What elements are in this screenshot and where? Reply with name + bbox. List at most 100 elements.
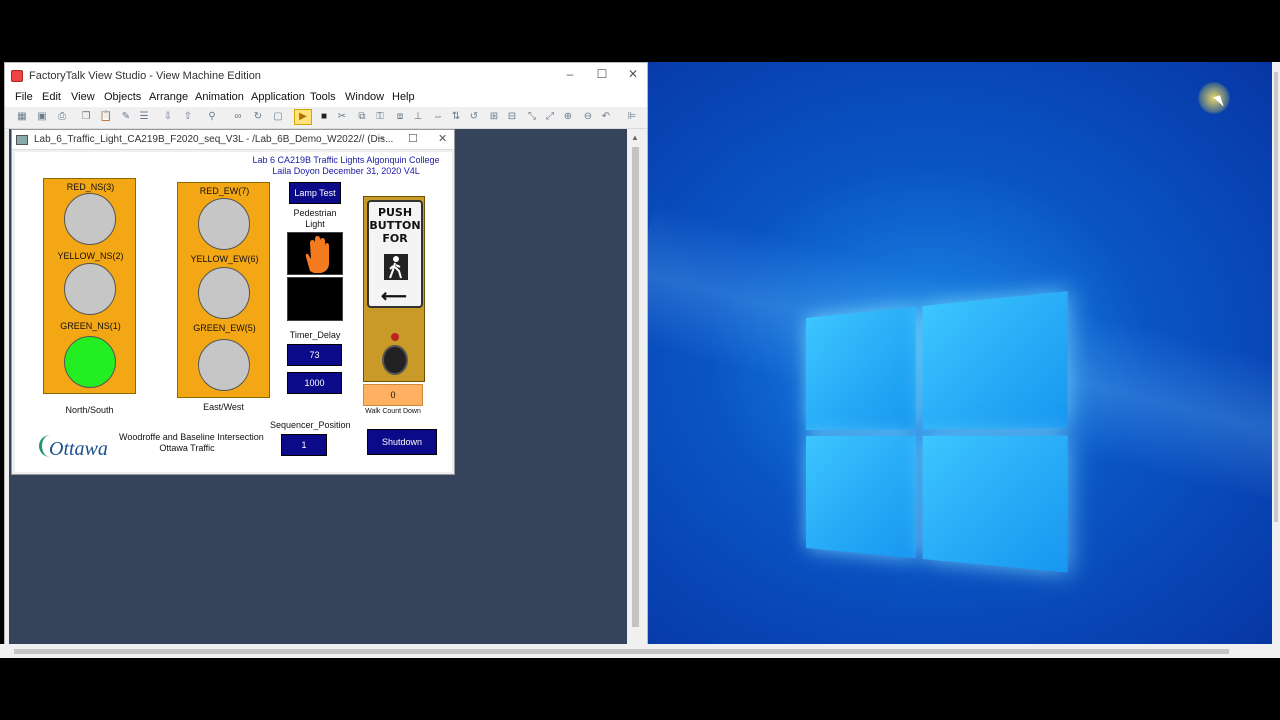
print-icon[interactable]: ⎙: [55, 110, 69, 124]
ns-caption: North/South: [43, 405, 136, 415]
menu-view[interactable]: View: [71, 91, 95, 103]
vertical-scrollbar[interactable]: ▲: [627, 129, 645, 645]
push-line-1: PUSH: [369, 206, 421, 219]
test-run-icon[interactable]: ▶: [294, 109, 312, 125]
menu-edit[interactable]: Edit: [42, 91, 61, 103]
push-button-led: [391, 333, 399, 341]
rotate-icon[interactable]: ↺: [467, 110, 481, 124]
green-ns-label: GREEN_NS(1): [44, 321, 137, 331]
cut-icon[interactable]: ✂: [335, 110, 349, 124]
zoom-out-icon[interactable]: ⊖: [581, 110, 595, 124]
header-line-1: Lab 6 CA219B Traffic Lights Algonquin Co…: [251, 155, 441, 166]
display-window: Lab_6_Traffic_Light_CA219B_F2020_seq_V3L…: [11, 129, 455, 475]
timer-value: 73: [287, 344, 342, 366]
save-icon[interactable]: ▣: [35, 110, 49, 124]
display-title: Lab_6_Traffic_Light_CA219B_F2020_seq_V3L…: [34, 134, 393, 145]
bring-front-icon[interactable]: ⧈: [393, 110, 407, 124]
yellow-ns-lamp: [64, 263, 116, 315]
horizontal-scroll-thumb[interactable]: [14, 649, 1229, 654]
timer-label: Timer_Delay: [285, 330, 345, 340]
shutdown-button[interactable]: Shutdown: [367, 429, 437, 455]
display-maximize-button[interactable]: ☐: [408, 132, 418, 145]
frame-icon[interactable]: ▢: [271, 110, 285, 124]
scale-icon[interactable]: ⤢: [543, 110, 557, 124]
tools-icon[interactable]: ✎: [119, 110, 133, 124]
copy-icon[interactable]: ❐: [79, 110, 93, 124]
paste-icon[interactable]: 📋: [99, 110, 113, 124]
intersection-line-2: Ottawa Traffic: [119, 443, 255, 453]
ns-traffic-light: RED_NS(3) YELLOW_NS(2) GREEN_NS(1): [43, 178, 136, 394]
refresh-icon[interactable]: ↻: [251, 110, 265, 124]
display-header: Lab 6 CA219B Traffic Lights Algonquin Co…: [251, 155, 441, 177]
sequencer-value: 1: [281, 434, 327, 456]
ew-caption: East/West: [177, 402, 270, 412]
binoculars-icon[interactable]: ∞: [231, 110, 245, 124]
close-button[interactable]: ✕: [618, 65, 648, 85]
align-left-icon[interactable]: ⊫: [625, 110, 639, 124]
screen: FactoryTalk View Studio - View Machine E…: [0, 0, 1280, 720]
pedestrian-label: Pedestrian: [285, 208, 345, 218]
zoom-in-icon[interactable]: ⊕: [561, 110, 575, 124]
green-ew-label: GREEN_EW(5): [178, 323, 271, 333]
display-titlebar: Lab_6_Traffic_Light_CA219B_F2020_seq_V3L…: [12, 130, 454, 150]
yellow-ew-lamp: [198, 267, 250, 319]
maximize-button[interactable]: ☐: [587, 65, 617, 85]
import-icon[interactable]: ⇩: [161, 110, 175, 124]
ottawa-logo-text: Ottawa: [49, 438, 108, 461]
menu-objects[interactable]: Objects: [104, 91, 141, 103]
duplicate-icon[interactable]: ⧉: [355, 110, 369, 124]
red-ew-label: RED_EW(7): [178, 186, 271, 196]
list-icon[interactable]: ☰: [137, 110, 151, 124]
push-button-panel[interactable]: PUSH BUTTON FOR ⟵: [363, 196, 425, 382]
resize-icon[interactable]: ⤡: [525, 110, 539, 124]
align-icon[interactable]: ⊥: [411, 110, 425, 124]
undo-icon[interactable]: ↶: [599, 110, 613, 124]
menu-window[interactable]: Window: [345, 91, 384, 103]
horizontal-scrollbar[interactable]: [0, 644, 1280, 658]
menu-file[interactable]: File: [15, 91, 33, 103]
traffic-display: Lab 6 CA219B Traffic Lights Algonquin Co…: [15, 152, 452, 472]
factorytalk-window: FactoryTalk View Studio - View Machine E…: [4, 62, 648, 658]
scroll-thumb[interactable]: [632, 147, 639, 627]
display-close-button[interactable]: ✕: [438, 132, 447, 145]
group-icon[interactable]: ⊞: [487, 110, 501, 124]
push-sign-text: PUSH BUTTON FOR: [369, 206, 421, 245]
dont-walk-light: [287, 232, 343, 275]
green-ew-lamp: [198, 339, 250, 391]
toolbar: ▦ ▣ ⎙ ❐ 📋 ✎ ☰ ⇩ ⇧ ⚲ ∞ ↻ ▢ ▶ ■ ✂ ⧉ ⚿ ⧈ ⊥ …: [5, 107, 647, 129]
yellow-ns-label: YELLOW_NS(2): [44, 251, 137, 261]
walk-count-label: Walk Count Down: [359, 408, 427, 415]
grid-icon[interactable]: ▦: [15, 110, 29, 124]
stop-icon[interactable]: ■: [317, 110, 331, 124]
walk-light: [287, 277, 343, 321]
menu-application[interactable]: Application: [251, 91, 305, 103]
walk-count-value: 0: [363, 384, 423, 406]
menu-tools[interactable]: Tools: [310, 91, 336, 103]
find-icon[interactable]: ⚲: [205, 110, 219, 124]
hand-icon: [288, 233, 344, 276]
header-line-2: Laila Doyon December 31, 2020 V4L: [251, 166, 441, 177]
right-scrollbar[interactable]: [1272, 62, 1280, 644]
menu-help[interactable]: Help: [392, 91, 415, 103]
menu-animation[interactable]: Animation: [195, 91, 244, 103]
minimize-button[interactable]: –: [555, 65, 585, 85]
left-arrow-icon: ⟵: [381, 286, 407, 307]
ottawa-logo: Ottawa: [39, 433, 115, 463]
display-minimize-button[interactable]: –: [378, 132, 384, 144]
distribute-icon[interactable]: ⇔: [431, 110, 445, 124]
lamp-test-button[interactable]: Lamp Test: [289, 182, 341, 204]
export-icon[interactable]: ⇧: [181, 110, 195, 124]
push-button[interactable]: [382, 345, 408, 375]
flip-icon[interactable]: ⇅: [449, 110, 463, 124]
push-line-2: BUTTON: [369, 219, 421, 232]
sequencer-label: Sequencer_Position: [270, 420, 350, 430]
menu-arrange[interactable]: Arrange: [149, 91, 188, 103]
ungroup-icon[interactable]: ⊟: [505, 110, 519, 124]
lock-icon[interactable]: ⚿: [373, 110, 387, 124]
right-scroll-thumb[interactable]: [1274, 72, 1278, 522]
windows-logo-icon: [806, 291, 1068, 585]
red-ns-label: RED_NS(3): [44, 182, 137, 192]
scroll-up-icon[interactable]: ▲: [631, 133, 639, 142]
green-ns-lamp: [64, 336, 116, 388]
windows-desktop: [648, 62, 1272, 644]
